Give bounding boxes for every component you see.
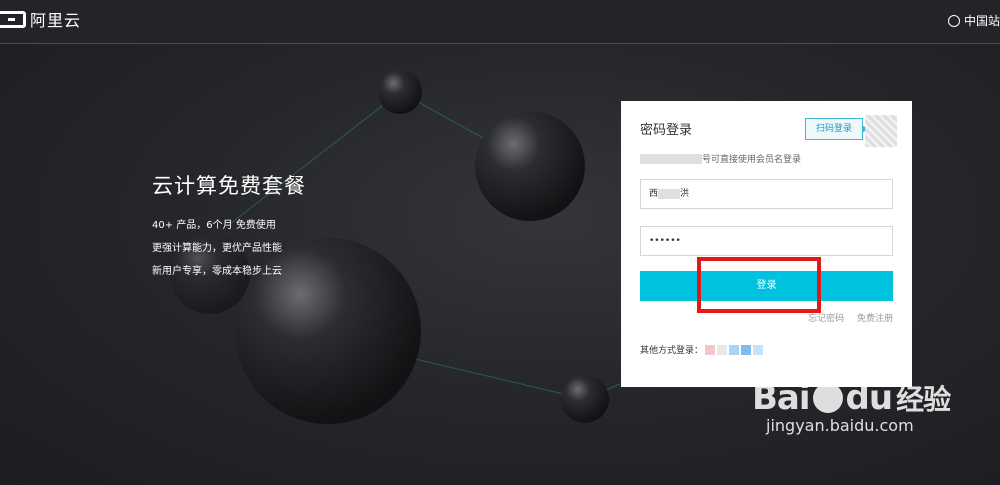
promo-line: 更强计算能力，更优产品性能 bbox=[152, 243, 282, 254]
blurred-text bbox=[640, 153, 702, 164]
highlight-box bbox=[697, 257, 821, 313]
other-login-methods: 其他方式登录： bbox=[640, 343, 764, 356]
watermark-url: jingyan.baidu.com bbox=[766, 416, 914, 435]
taobao-icon[interactable] bbox=[741, 344, 752, 355]
weibo-icon[interactable] bbox=[705, 344, 716, 355]
promo-title: 云计算免费套餐 bbox=[152, 174, 306, 198]
region-label: 中国站 bbox=[963, 14, 1000, 28]
username-prefix: 西 bbox=[649, 189, 659, 199]
login-title: 密码登录 bbox=[640, 123, 693, 138]
password-mask: •••••• bbox=[649, 236, 681, 246]
top-bar: 阿里云 中国站 bbox=[0, 0, 1000, 44]
username-suffix: 洪 bbox=[680, 189, 690, 199]
logo-text: 阿里云 bbox=[30, 11, 82, 30]
tiny-sphere bbox=[561, 375, 609, 423]
promo-line: 40+ 产品，6个月 免费使用 bbox=[152, 220, 276, 231]
watermark-product: 经验 bbox=[896, 383, 951, 416]
medium-sphere bbox=[475, 111, 585, 221]
alipay-icon[interactable] bbox=[729, 344, 740, 355]
small-sphere bbox=[378, 70, 422, 114]
forgot-password-link[interactable]: 忘记密码 bbox=[808, 314, 844, 324]
promo-line: 新用户专享，零成本稳步上云 bbox=[152, 266, 282, 277]
hint-text: 号可直接使用会员名登录 bbox=[702, 155, 802, 165]
qr-code-icon[interactable] bbox=[865, 115, 897, 147]
aliyun-logo-icon bbox=[0, 10, 26, 28]
username-field[interactable]: 西洪 bbox=[640, 179, 893, 209]
globe-icon bbox=[947, 14, 960, 27]
blurred-text bbox=[658, 188, 681, 199]
promo-block: 云计算免费套餐 40+ 产品，6个月 免费使用 更强计算能力，更优产品性能 新用… bbox=[152, 170, 306, 283]
watermark-brand2: du bbox=[845, 378, 894, 418]
password-field[interactable]: •••••• bbox=[640, 226, 893, 256]
qr-login-tab[interactable]: 扫码登录 bbox=[805, 118, 868, 140]
blurred-icon bbox=[753, 344, 764, 355]
aliyun-logo[interactable]: 阿里云 bbox=[0, 9, 82, 30]
watermark-brand: Bai bbox=[752, 378, 811, 418]
other-login-label: 其他方式登录： bbox=[640, 346, 704, 356]
region-selector[interactable]: 中国站 bbox=[947, 12, 1000, 29]
register-link[interactable]: 免费注册 bbox=[857, 314, 893, 324]
login-card: 密码登录 扫码登录 号可直接使用会员名登录 西洪 •••••• 登录 忘记密码 … bbox=[621, 101, 912, 387]
paw-icon bbox=[812, 383, 843, 413]
baidu-watermark: Bai du 经验 jingyan.baidu.com bbox=[752, 378, 951, 435]
login-hint: 号可直接使用会员名登录 bbox=[640, 152, 801, 165]
blurred-icon bbox=[717, 344, 728, 355]
